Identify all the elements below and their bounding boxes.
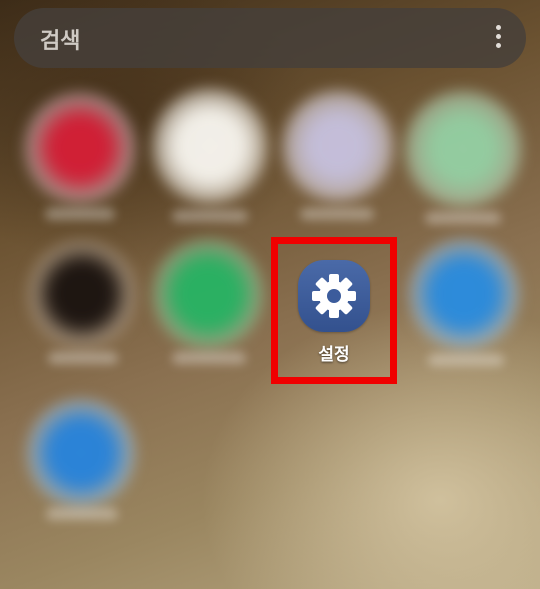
blurred-app-5[interactable] [28, 240, 136, 348]
blurred-app-6[interactable] [152, 238, 264, 350]
settings-label: 설정 [318, 345, 350, 365]
blurred-app-9-label [46, 508, 118, 520]
search-label: 검색 [40, 29, 81, 54]
blurred-app-6-label [172, 352, 246, 364]
blurred-app-5-label [48, 352, 118, 364]
blurred-app-4[interactable] [404, 90, 522, 208]
blurred-app-3-label [300, 208, 374, 220]
blurred-app-9[interactable] [26, 398, 136, 508]
blurred-app-1-label [45, 208, 115, 220]
blurred-app-4-label [425, 212, 501, 224]
blurred-app-3[interactable] [282, 90, 394, 202]
blurred-app-2[interactable] [152, 88, 268, 204]
blurred-app-1[interactable] [24, 92, 136, 204]
more-vertical-icon[interactable] [496, 25, 502, 51]
settings-icon-bg [298, 260, 370, 332]
blurred-app-8-label [428, 354, 504, 366]
search-bar[interactable]: 검색 [14, 8, 526, 68]
blurred-app-8[interactable] [408, 238, 520, 350]
blurred-app-2-label [172, 210, 248, 222]
gear-icon [312, 274, 356, 318]
settings-app[interactable]: 설정 [286, 254, 382, 374]
